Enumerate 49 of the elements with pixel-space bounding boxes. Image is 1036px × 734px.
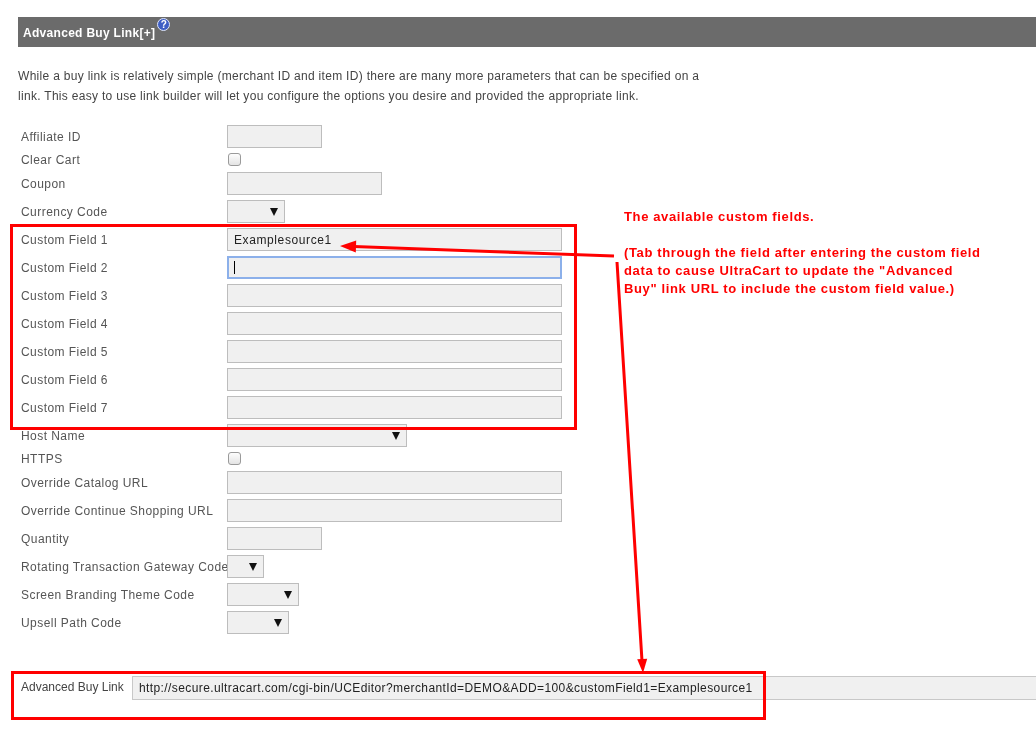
field-label: Custom Field 5 — [21, 344, 108, 359]
field-label: Advanced Buy Link — [21, 679, 125, 694]
caret-icon — [392, 431, 400, 440]
caret-icon — [270, 207, 278, 216]
text-field[interactable] — [227, 125, 322, 148]
text-field[interactable] — [227, 256, 562, 279]
help-icon[interactable]: ? — [157, 18, 171, 31]
field-label: Clear Cart — [21, 153, 81, 167]
caret-icon — [249, 562, 257, 571]
text-field[interactable] — [227, 284, 562, 307]
field-label: HTTPS — [21, 452, 63, 466]
caret-icon — [274, 618, 282, 627]
dropdown[interactable] — [227, 200, 285, 223]
field-label: Custom Field 7 — [21, 400, 108, 415]
dropdown[interactable] — [227, 555, 264, 578]
field-label: Custom Field 3 — [21, 288, 108, 303]
text-cursor-icon — [234, 261, 235, 274]
text-field[interactable] — [227, 312, 562, 335]
field-label: Custom Field 1 — [21, 232, 108, 247]
dropdown[interactable] — [227, 611, 289, 634]
text-field[interactable] — [227, 368, 562, 391]
checkbox[interactable] — [228, 452, 241, 465]
checkbox[interactable] — [228, 153, 241, 166]
text-field[interactable] — [227, 471, 562, 494]
link-url-field[interactable]: http://secure.ultracart.com/cgi-bin/UCEditor?merchantId=DEMO&ADD=100&customField1=Examplesource1 — [132, 676, 1036, 700]
field-label: Affiliate ID — [21, 129, 81, 144]
annotation-heading: The available custom fields. — [624, 209, 816, 225]
field-label: Coupon — [21, 176, 66, 191]
annotation-note: (Tab through the field after entering the custom field data to cause UltraCart to update the "Advanced Buy" link URL to include the custom field value.) — [624, 244, 982, 298]
field-label: Screen Branding Theme Code — [21, 587, 195, 602]
field-label: Custom Field 4 — [21, 316, 108, 331]
panel-title[interactable]: Advanced Buy Link[+] — [23, 25, 156, 40]
field-label: Override Catalog URL — [21, 475, 149, 490]
text-field[interactable] — [227, 396, 562, 419]
text-field[interactable] — [227, 340, 562, 363]
field-label: Currency Code — [21, 204, 108, 219]
text-field[interactable] — [227, 499, 562, 522]
field-label: Custom Field 2 — [21, 260, 108, 275]
field-label: Quantity — [21, 531, 70, 546]
field-label: Rotating Transaction Gateway Code — [21, 559, 229, 574]
text-field[interactable] — [227, 172, 382, 195]
caret-icon — [284, 590, 292, 599]
field-label: Override Continue Shopping URL — [21, 503, 214, 518]
description-text: While a buy link is relatively simple (merchant ID and item ID) there are many more parameters that can be specified on a link. This easy to use link builder will let you configure the options you desire and provided the appropriate link. — [18, 68, 701, 105]
text-field[interactable] — [227, 527, 322, 550]
text-field[interactable]: Examplesource1 — [227, 228, 562, 251]
field-label: Custom Field 6 — [21, 372, 108, 387]
field-label: Host Name — [21, 428, 86, 443]
field-label: Upsell Path Code — [21, 615, 122, 630]
